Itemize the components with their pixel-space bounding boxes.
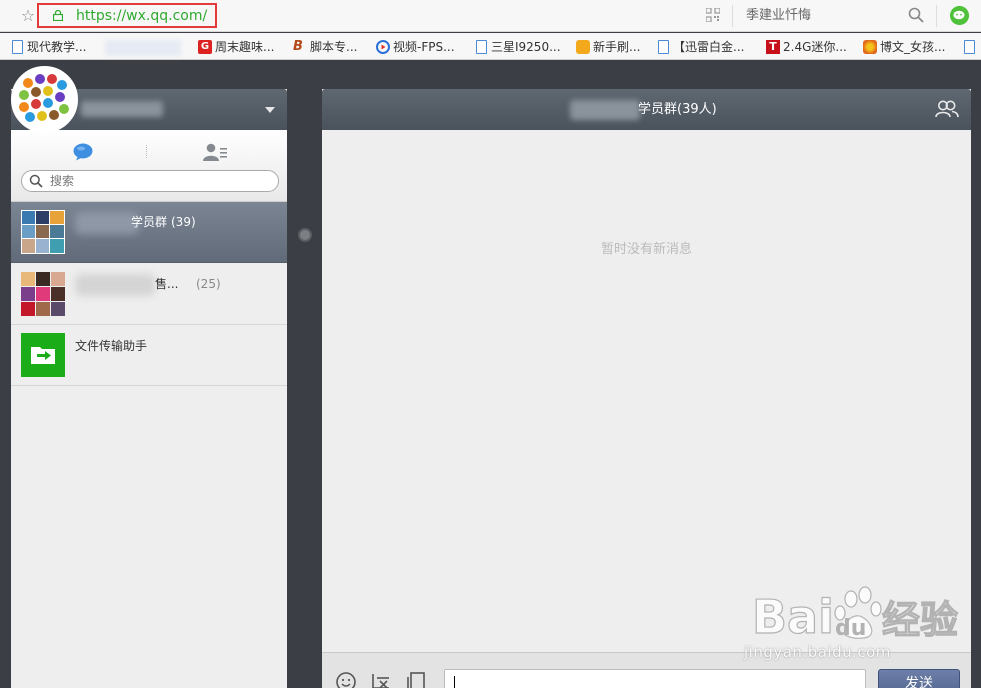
chat-name: 学员群 <box>131 215 168 229</box>
file-transfer-icon <box>21 333 65 377</box>
chat-list-panel: 学员群 (39) 售... (25) 文件传输助手 <box>11 89 287 688</box>
bookmark-label: 新手刷... <box>593 40 641 54</box>
document-icon <box>658 40 669 54</box>
message-input[interactable] <box>444 669 866 688</box>
contacts-icon[interactable] <box>203 143 227 161</box>
browser-search-field[interactable]: 季建业忏悔 <box>746 6 926 26</box>
emoji-icon[interactable] <box>335 671 357 688</box>
conversation-header: 学员群(39人) <box>322 89 971 130</box>
bookmark-label: 博文_女孩... <box>880 40 946 54</box>
chat-item-group-1[interactable]: 学员群 (39) <box>11 202 287 263</box>
member-count: (39) <box>171 215 196 229</box>
search-icon[interactable] <box>908 7 924 23</box>
bookmark-star-icon[interactable]: ☆ <box>18 6 38 26</box>
avatar[interactable] <box>11 66 78 133</box>
group-avatar <box>21 210 65 254</box>
g-logo-icon: G <box>198 40 212 54</box>
document-icon <box>964 40 975 54</box>
text-caret <box>454 676 455 688</box>
document-icon <box>476 40 487 54</box>
nickname <box>81 101 163 117</box>
bookmark-label: 视频-FPS... <box>393 40 455 54</box>
bookmark-item[interactable] <box>105 38 183 56</box>
separator <box>936 5 937 27</box>
chat-item-group-2[interactable]: 售... (25) <box>11 264 287 325</box>
url-field[interactable]: https://wx.qq.com/ <box>37 3 217 28</box>
wechat-icon[interactable] <box>950 6 969 25</box>
bookmark-label: 【迅雷白金... <box>673 40 745 54</box>
conversation-panel: 学员群(39人) 暂时没有新消息 发送 <box>322 89 971 688</box>
bookmark-label: 三星I9250... <box>491 40 561 54</box>
empty-state-text: 暂时没有新消息 <box>600 242 692 257</box>
blurred-bookmark <box>105 40 181 56</box>
tab-divider <box>146 145 147 158</box>
sync-icon <box>576 40 590 54</box>
group-members-icon[interactable] <box>935 100 959 118</box>
screenshot-icon[interactable] <box>370 671 392 688</box>
chat-name-redacted <box>75 212 139 234</box>
t-logo-icon: T <box>766 40 780 54</box>
document-icon <box>12 40 23 54</box>
search-input[interactable] <box>50 172 270 190</box>
qr-code-icon[interactable] <box>706 8 720 22</box>
send-button[interactable]: 发送 <box>878 669 960 688</box>
panel-tabs <box>11 130 287 202</box>
conversation-title[interactable]: 学员群(39人) <box>638 101 717 119</box>
chat-bubble-icon[interactable] <box>73 143 93 161</box>
compose-area: 发送 <box>322 652 971 688</box>
chat-item-file-transfer[interactable]: 文件传输助手 <box>11 325 287 386</box>
bookmark-label: 现代教学... <box>27 40 87 54</box>
chat-name-redacted <box>75 274 155 296</box>
leaf-icon <box>863 40 877 54</box>
play-icon <box>376 40 390 54</box>
group-avatar <box>21 272 65 316</box>
b-logo-icon: B <box>293 39 303 54</box>
member-count: (25) <box>196 277 221 291</box>
search-icon <box>29 174 43 188</box>
bookmark-label: 2.4G迷你... <box>783 40 847 54</box>
bookmarks-bar: 现代教学... G 周末趣味... B 脚本专... 视频-FPS... 三星I… <box>0 33 981 60</box>
chat-name: 文件传输助手 <box>75 339 148 353</box>
file-icon[interactable] <box>406 671 426 688</box>
address-bar: ☆ https://wx.qq.com/ 季建业忏悔 <box>0 0 981 32</box>
lock-icon <box>53 10 63 21</box>
bookmark-label: 周末趣味... <box>215 40 275 54</box>
separator <box>732 5 733 27</box>
url-text: https://wx.qq.com/ <box>76 8 208 24</box>
menu-dropdown-icon[interactable] <box>265 107 275 113</box>
bookmark-label: 脚本专... <box>310 40 358 54</box>
group-name-redacted <box>570 100 640 120</box>
chat-name: 售... <box>155 277 179 291</box>
search-box[interactable] <box>21 170 279 192</box>
panel-splitter-handle[interactable] <box>298 228 312 242</box>
